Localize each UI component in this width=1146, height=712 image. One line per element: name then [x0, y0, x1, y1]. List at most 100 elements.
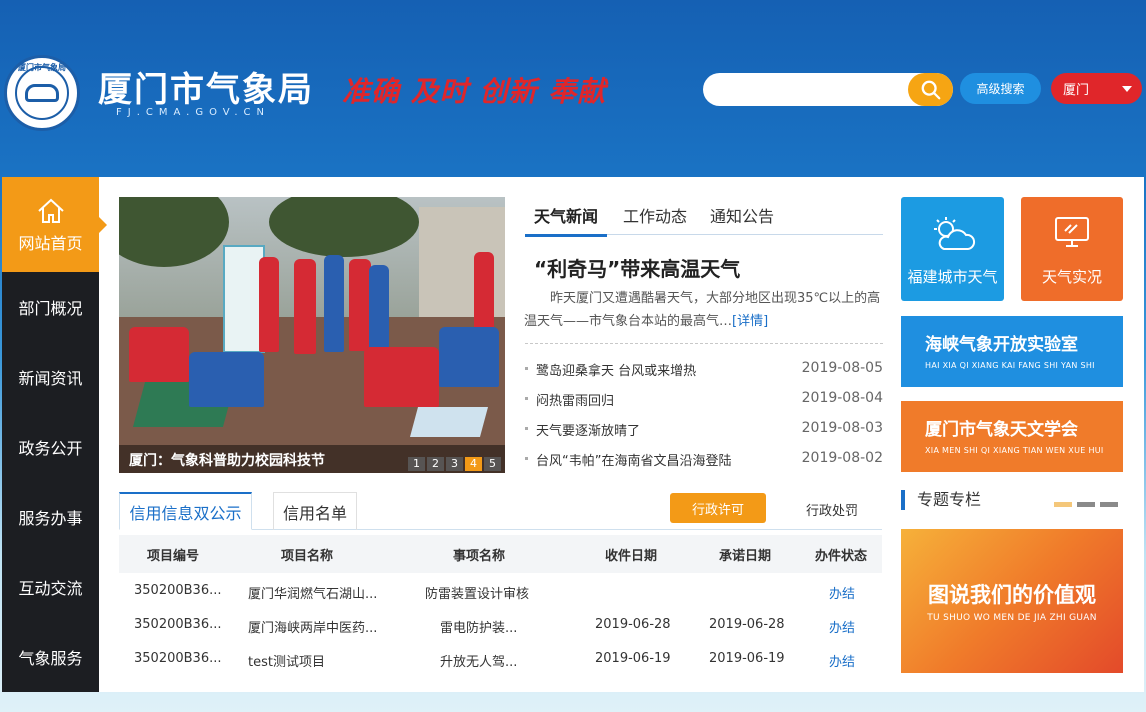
- bullet: [525, 427, 528, 430]
- sidebar-item-news[interactable]: 新闻资讯: [2, 342, 99, 412]
- weather-observation-tile[interactable]: 天气实况: [1021, 197, 1123, 301]
- list-item[interactable]: 天气要逐渐放晴了 2019-08-03: [525, 418, 883, 448]
- slide-photo-person: [364, 347, 439, 407]
- news-summary-text: 昨天厦门又遭遇酷暑天气，大部分地区出现35℃以上的高温天气——市气象台本站的最高…: [524, 291, 881, 329]
- column-header: 事项名称: [453, 549, 506, 564]
- slide-photo-person: [439, 327, 499, 387]
- news-item-title[interactable]: 闷热雷雨回归: [536, 390, 614, 409]
- tab-work-updates[interactable]: 工作动态: [623, 203, 687, 227]
- chevron-down-icon: [1122, 86, 1132, 92]
- tab-credit-list[interactable]: 信用名单: [273, 492, 357, 530]
- cell-status[interactable]: 办结: [829, 651, 855, 670]
- column-header: 办件状态: [815, 549, 868, 564]
- home-icon: [37, 198, 64, 223]
- bullet: [525, 397, 528, 400]
- list-item[interactable]: 闷热雷雨回归 2019-08-04: [525, 388, 883, 418]
- carousel-dot[interactable]: [1077, 502, 1095, 507]
- promo-title: 图说我们的价值观: [928, 583, 1096, 607]
- sidebar-item-department[interactable]: 部门概况: [2, 272, 99, 342]
- slogan: 准确 及时 创新 奉献: [342, 75, 607, 108]
- news-item-title[interactable]: 天气要逐渐放晴了: [536, 420, 640, 439]
- slide-page-3[interactable]: 3: [446, 457, 463, 471]
- cell-item-name: 升放无人驾...: [440, 655, 518, 670]
- site-title[interactable]: 厦门市气象局: [98, 62, 314, 111]
- promo-subtitle: TU SHUO WO MEN DE JIA ZHI GUAN: [927, 613, 1097, 623]
- cell-project-id: 350200B36...: [134, 651, 222, 666]
- news-item-date: 2019-08-05: [801, 360, 883, 376]
- cloud-icon: [25, 84, 59, 102]
- news-summary: 昨天厦门又遭遇酷暑天气，大部分地区出现35℃以上的高温天气——市气象台本站的最高…: [524, 287, 884, 333]
- cell-item-name: 雷电防护装...: [440, 621, 518, 636]
- table-row[interactable]: 350200B36... test测试项目 升放无人驾... 2019-06-1…: [119, 641, 882, 675]
- sidebar-item-home[interactable]: 网站首页: [2, 177, 107, 272]
- slide-photo-person: [324, 255, 344, 352]
- slide-caption-text: 厦门：气象科普助力校园科技节: [129, 453, 325, 469]
- news-item-date: 2019-08-04: [801, 390, 883, 406]
- table-header: 项目编号 项目名称 事项名称 收件日期 承诺日期 办件状态: [119, 535, 882, 573]
- fujian-city-weather-tile[interactable]: 福建城市天气: [901, 197, 1004, 301]
- slide-pager: 1 2 3 4 5: [408, 457, 501, 471]
- cell-promised-date: 2019-06-28: [709, 617, 785, 632]
- news-headline[interactable]: “利奇马”带来高温天气: [534, 253, 740, 282]
- tab-credit-publicity[interactable]: 信用信息双公示: [119, 492, 252, 530]
- cell-project-name[interactable]: test测试项目: [248, 651, 325, 670]
- cell-project-id: 350200B36...: [134, 583, 222, 598]
- tab-weather-news[interactable]: 天气新闻: [524, 203, 608, 237]
- slide-caption[interactable]: 厦门：气象科普助力校园科技节 1 2 3 4 5: [119, 445, 505, 473]
- banner-title: 海峡气象开放实验室: [925, 335, 1078, 355]
- slide-photo-person: [129, 327, 189, 382]
- slide-page-2[interactable]: 2: [427, 457, 444, 471]
- sidebar-item-services[interactable]: 服务办事: [2, 482, 99, 552]
- sidebar-item-weather-service[interactable]: 气象服务: [2, 622, 99, 692]
- advanced-search-button[interactable]: 高级搜索: [960, 73, 1041, 104]
- bullet: [525, 457, 528, 460]
- slide-page-1[interactable]: 1: [408, 457, 425, 471]
- news-item-date: 2019-08-03: [801, 420, 883, 436]
- news-item-title[interactable]: 鹭岛迎桑拿天 台风或来增热: [536, 360, 696, 379]
- special-topics-title: 专题专栏: [901, 490, 981, 510]
- tile-label: 福建城市天气: [907, 268, 998, 286]
- news-more-link[interactable]: [详情]: [732, 314, 768, 329]
- search-icon: [921, 80, 940, 99]
- slide-photo-person: [294, 259, 316, 354]
- astronomy-society-banner[interactable]: 厦门市气象天文学会 XIA MEN SHI QI XIANG TIAN WEN …: [901, 401, 1123, 472]
- city-selector[interactable]: 厦门: [1051, 73, 1142, 104]
- search-button[interactable]: [908, 73, 953, 106]
- slide-photo-mat: [409, 407, 489, 437]
- cell-project-id: 350200B36...: [134, 617, 222, 632]
- cell-project-name[interactable]: 厦门海峡两岸中医药...: [248, 617, 377, 636]
- news-slider[interactable]: 厦门：气象科普助力校园科技节 1 2 3 4 5: [119, 197, 505, 473]
- monitor-icon: [1055, 217, 1089, 247]
- table-row[interactable]: 350200B36... 厦门华润燃气石湖山... 防雷装置设计审核 办结: [119, 573, 882, 607]
- carousel-dot[interactable]: [1054, 502, 1072, 507]
- logo[interactable]: 厦门市气象局: [4, 55, 80, 131]
- administrative-permit-button[interactable]: 行政许可: [670, 493, 766, 523]
- cell-status[interactable]: 办结: [829, 583, 855, 602]
- values-promo-banner[interactable]: 图说我们的价值观 TU SHUO WO MEN DE JIA ZHI GUAN: [901, 529, 1123, 673]
- sidebar-item-government[interactable]: 政务公开: [2, 412, 99, 482]
- table-row[interactable]: 350200B36... 厦门海峡两岸中医药... 雷电防护装... 2019-…: [119, 607, 882, 641]
- list-item[interactable]: 台风“韦帕”在海南省文昌沿海登陆 2019-08-02: [525, 448, 883, 478]
- cell-project-name[interactable]: 厦门华润燃气石湖山...: [248, 583, 377, 602]
- carousel-dot[interactable]: [1100, 502, 1118, 507]
- sidebar-item-interaction[interactable]: 互动交流: [2, 552, 99, 622]
- tab-notices[interactable]: 通知公告: [710, 203, 774, 227]
- carousel-dots: [1054, 502, 1118, 507]
- slide-page-5[interactable]: 5: [484, 457, 501, 471]
- list-item[interactable]: 鹭岛迎桑拿天 台风或来增热 2019-08-05: [525, 358, 883, 388]
- administrative-penalty-link[interactable]: 行政处罚: [806, 500, 858, 519]
- slide-photo-person: [189, 352, 264, 407]
- news-item-title[interactable]: 台风“韦帕”在海南省文昌沿海登陆: [536, 450, 731, 469]
- slide-photo-person: [349, 259, 371, 351]
- cell-received-date: 2019-06-19: [595, 651, 671, 666]
- cell-status[interactable]: 办结: [829, 617, 855, 636]
- slide-page-4[interactable]: 4: [465, 457, 482, 471]
- cell-item-name: 防雷装置设计审核: [425, 587, 530, 602]
- bullet: [525, 367, 528, 370]
- banner-title: 厦门市气象天文学会: [925, 420, 1078, 440]
- credit-tabs: 信用信息双公示 信用名单: [119, 492, 882, 530]
- slide-photo-person: [369, 265, 389, 353]
- city-selector-label: 厦门: [1063, 83, 1090, 98]
- site-domain: FJ.CMA.GOV.CN: [116, 107, 270, 118]
- strait-lab-banner[interactable]: 海峡气象开放实验室 HAI XIA QI XIANG KAI FANG SHI …: [901, 316, 1123, 387]
